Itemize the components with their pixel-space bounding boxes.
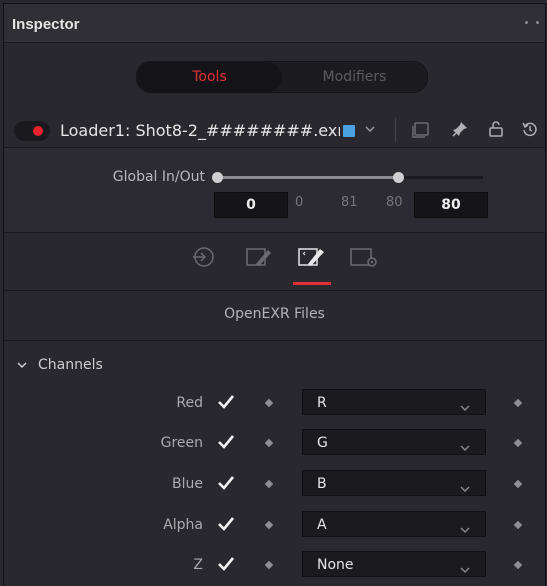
- in-point-handle[interactable]: [212, 172, 223, 183]
- more-options-icon[interactable]: [525, 19, 539, 25]
- keyframe-icon[interactable]: [513, 520, 523, 530]
- channel-select-value: None: [317, 557, 354, 573]
- tool-enable-toggle[interactable]: [14, 121, 50, 141]
- version-icon[interactable]: [411, 120, 431, 138]
- chevron-down-icon: [17, 362, 27, 369]
- keyframe-icon[interactable]: [264, 398, 274, 408]
- channel-select[interactable]: A: [302, 511, 486, 537]
- channel-row-blue: Blue B: [4, 470, 545, 500]
- keyframe-icon[interactable]: [513, 438, 523, 448]
- settings-icon[interactable]: [348, 244, 380, 274]
- keyframe-icon[interactable]: [513, 398, 523, 408]
- inspector-icon-tabs: [4, 232, 545, 291]
- import-icon[interactable]: [190, 244, 216, 274]
- chevron-down-icon: [459, 520, 471, 539]
- channels-label: Channels: [38, 357, 103, 373]
- channels-section-header[interactable]: Channels: [16, 357, 103, 373]
- chevron-down-icon: [459, 438, 471, 457]
- chevron-down-icon[interactable]: [363, 121, 377, 140]
- keyframe-icon[interactable]: [264, 520, 274, 530]
- inspector-title: Inspector: [12, 16, 80, 33]
- channel-label: Green: [160, 435, 203, 451]
- render-end-value: 81: [341, 195, 358, 210]
- channel-row-alpha: Alpha A: [4, 511, 545, 541]
- keyframe-icon[interactable]: [264, 479, 274, 489]
- tool-color-swatch[interactable]: [343, 125, 355, 137]
- image-edit-icon[interactable]: [244, 244, 274, 274]
- global-in-out-label: Global In/Out: [112, 169, 205, 185]
- channel-checkbox[interactable]: [217, 394, 235, 414]
- channel-row-z: Z None: [4, 551, 545, 581]
- chevron-down-icon: [459, 398, 471, 417]
- render-start-value: 0: [295, 195, 304, 210]
- channel-checkbox[interactable]: [217, 475, 235, 495]
- divider: [4, 340, 545, 341]
- global-range-fill: [217, 176, 399, 179]
- channel-label: Alpha: [163, 517, 203, 533]
- format-section-title: OpenEXR Files: [224, 306, 325, 322]
- global-in-field[interactable]: 0: [214, 192, 288, 218]
- channel-select-value: B: [317, 476, 327, 492]
- tools-modifiers-tabbar: Tools Modifiers: [136, 61, 428, 93]
- channel-checkbox[interactable]: [217, 516, 235, 536]
- keyframe-icon[interactable]: [513, 560, 523, 570]
- channel-checkbox[interactable]: [217, 434, 235, 454]
- chevron-down-icon: [459, 479, 471, 498]
- keyframe-icon[interactable]: [264, 560, 274, 570]
- channel-label: Blue: [172, 476, 203, 492]
- inspector-header: Inspector: [4, 4, 545, 43]
- channel-select[interactable]: G: [302, 429, 486, 455]
- channel-row-green: Green G: [4, 429, 545, 459]
- out-point-handle[interactable]: [393, 172, 405, 183]
- channel-checkbox[interactable]: [217, 556, 235, 576]
- channel-label: Z: [193, 557, 203, 573]
- global-end-value: 80: [386, 195, 403, 210]
- channel-select[interactable]: None: [302, 551, 486, 577]
- channel-select[interactable]: R: [302, 389, 486, 415]
- channel-select[interactable]: B: [302, 470, 486, 496]
- tab-modifiers[interactable]: Modifiers: [282, 62, 427, 92]
- global-out-field[interactable]: 80: [414, 192, 488, 218]
- reset-icon[interactable]: [521, 120, 539, 138]
- global-in-out-panel: Global In/Out 0 0 81 80 80: [4, 147, 545, 233]
- channel-select-value: A: [317, 517, 327, 533]
- chevron-down-icon: [459, 560, 471, 579]
- tool-header-row: Loader1: Shot8-2_########.exr: [4, 108, 545, 144]
- active-tab-indicator: [293, 282, 331, 285]
- keyframe-icon[interactable]: [264, 438, 274, 448]
- tab-tools[interactable]: Tools: [137, 62, 282, 92]
- channel-select-value: G: [317, 435, 328, 451]
- inspector-panel: Inspector Tools Modifiers Loader1: Shot8…: [3, 3, 546, 586]
- channel-row-red: Red R: [4, 389, 545, 419]
- lock-icon[interactable]: [487, 120, 505, 138]
- tool-name: Loader1: Shot8-2_########.exr: [60, 121, 340, 140]
- divider: [395, 118, 396, 142]
- channel-select-value: R: [317, 395, 327, 411]
- format-icon[interactable]: [296, 244, 328, 274]
- channel-label: Red: [176, 395, 203, 411]
- keyframe-icon[interactable]: [513, 479, 523, 489]
- pin-icon[interactable]: [451, 120, 469, 138]
